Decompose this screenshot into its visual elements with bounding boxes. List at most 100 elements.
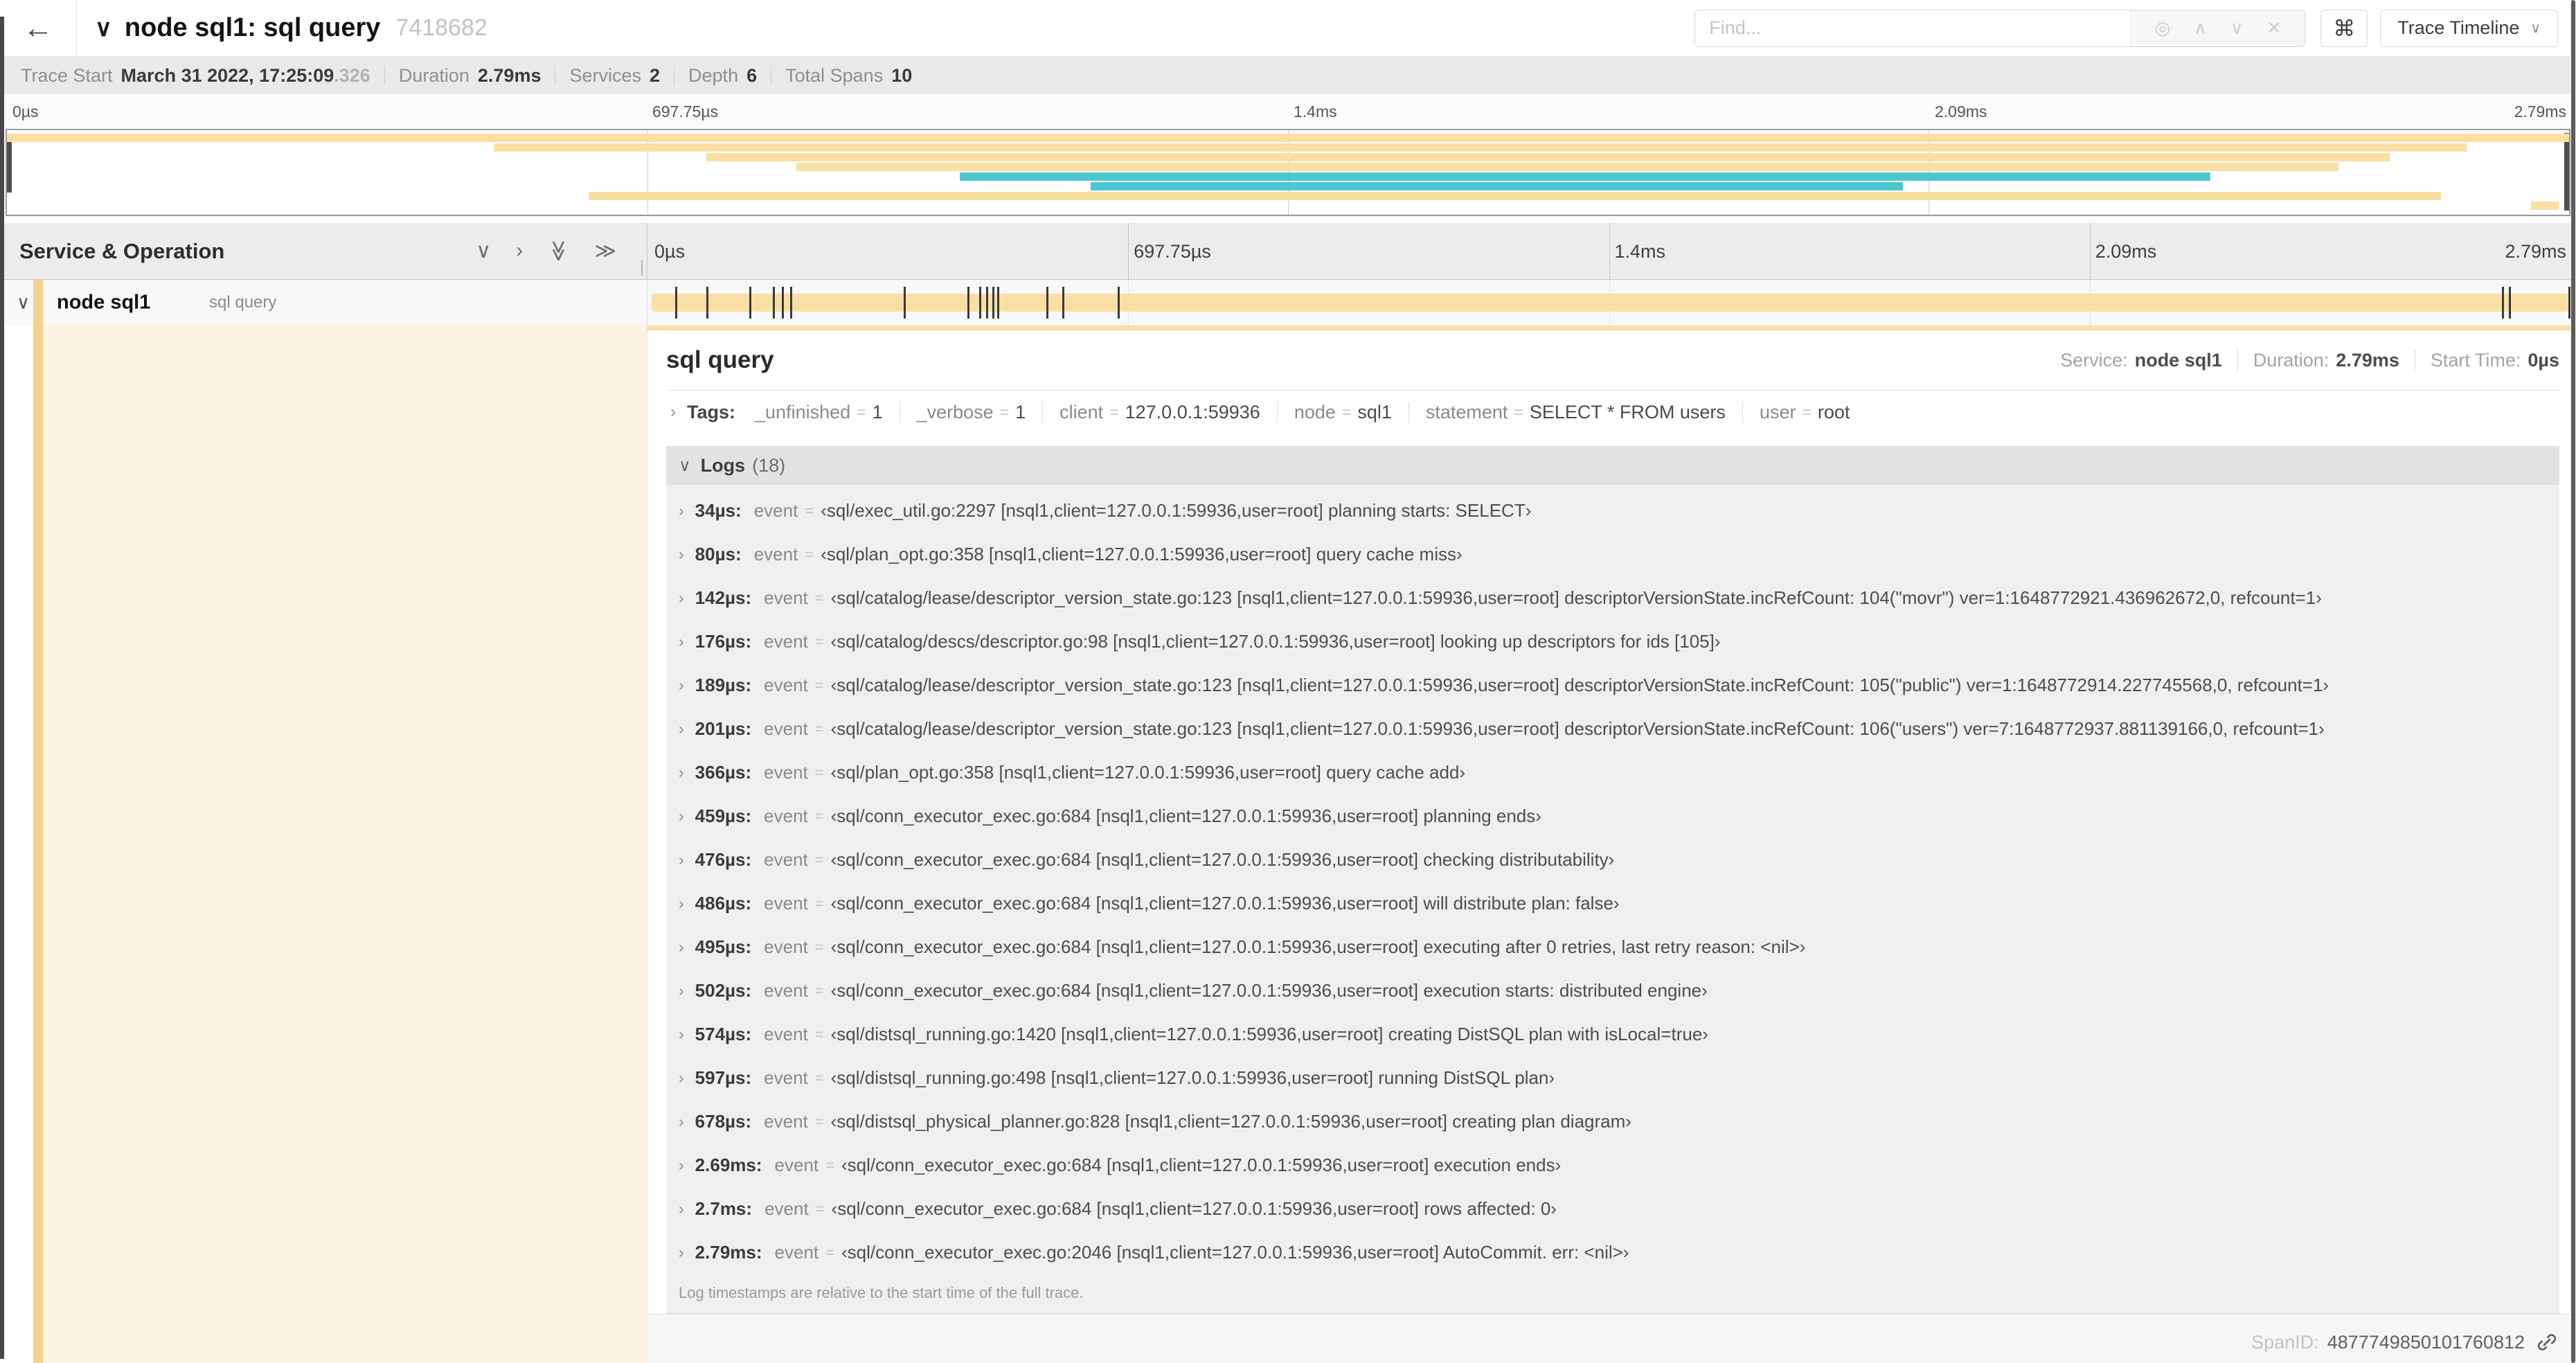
- span-duration-bar[interactable]: [652, 287, 2570, 319]
- log-row[interactable]: › 176µs: event = ‹sql/catalog/descs/descript…: [666, 620, 2559, 663]
- log-row[interactable]: › 2.69ms: event = ‹sql/conn_executor_exec.go…: [666, 1143, 2559, 1187]
- chevron-right-icon[interactable]: ›: [679, 850, 684, 869]
- chevron-right-icon[interactable]: ›: [679, 938, 684, 956]
- find-next-icon[interactable]: ∨: [2230, 17, 2243, 39]
- tag-equals: =: [857, 402, 866, 421]
- chevron-right-icon[interactable]: ›: [679, 1069, 684, 1087]
- log-equals: =: [814, 676, 824, 694]
- log-row[interactable]: › 476µs: event = ‹sql/conn_executor_exec.go:…: [666, 838, 2559, 882]
- span-row-name-column[interactable]: ∨ node sql1 sql query: [0, 280, 647, 326]
- log-row[interactable]: › 2.79ms: event = ‹sql/conn_executor_exec.go…: [666, 1231, 2559, 1274]
- chevron-right-icon[interactable]: ›: [679, 632, 684, 651]
- left-scroll-indicator[interactable]: [0, 17, 4, 1359]
- chevron-right-icon[interactable]: ›: [679, 589, 684, 607]
- log-row[interactable]: › 34µs: event = ‹sql/exec_util.go:2297 [nsql…: [666, 489, 2559, 533]
- log-equals: =: [814, 1112, 824, 1130]
- log-row[interactable]: › 201µs: event = ‹sql/catalog/lease/descript…: [666, 707, 2559, 751]
- trace-info-bar: Trace Start March 31 2022, 17:25:09.326 Du…: [0, 57, 2576, 94]
- log-timestamp: 2.69ms:: [695, 1155, 762, 1175]
- log-row[interactable]: › 678µs: event = ‹sql/distsql_physical_plann…: [666, 1100, 2559, 1143]
- chevron-down-icon[interactable]: ∨: [679, 456, 691, 476]
- tags-list: _unfinished = 1 _verbose = 1 client = 127.0.0.1:…: [755, 402, 1850, 423]
- log-timestamp: 142µs:: [695, 587, 752, 608]
- double-chevron-right-icon[interactable]: ≫: [595, 239, 616, 263]
- time-tick-label: 0µs: [12, 103, 39, 121]
- log-row[interactable]: › 486µs: event = ‹sql/conn_executor_exec.go:…: [666, 882, 2559, 925]
- log-equals: =: [814, 981, 824, 999]
- minimap-span-bar: [1091, 182, 1903, 190]
- chevron-down-icon[interactable]: ∨: [476, 239, 491, 263]
- view-selector-button[interactable]: Trace Timeline ∨: [2380, 9, 2558, 47]
- trace-collapse-icon[interactable]: ∨: [95, 15, 112, 42]
- stat-value: node sql1: [2134, 349, 2222, 371]
- log-marker-tick: [781, 287, 784, 319]
- log-equals: =: [814, 807, 824, 825]
- chevron-right-icon[interactable]: ›: [679, 1156, 684, 1175]
- log-message: ‹sql/catalog/lease/descriptor_version_st…: [830, 718, 2325, 739]
- chevron-right-icon[interactable]: ›: [679, 501, 684, 520]
- span-row[interactable]: ∨ node sql1 sql query: [0, 280, 2576, 326]
- chevron-right-icon[interactable]: ›: [679, 1243, 684, 1262]
- tags-row[interactable]: › Tags: _unfinished = 1 _verbose = 1 client = 12…: [666, 391, 2559, 434]
- log-row[interactable]: › 495µs: event = ‹sql/conn_executor_exec.go:…: [666, 925, 2559, 969]
- log-message: ‹sql/conn_executor_exec.go:684 [nsql1,cl…: [830, 980, 1708, 1001]
- log-equals: =: [814, 589, 824, 607]
- log-row[interactable]: › 597µs: event = ‹sql/distsql_running.go:498…: [666, 1056, 2559, 1100]
- link-icon[interactable]: [2536, 1331, 2558, 1353]
- info-value: 6: [746, 64, 758, 86]
- log-field-name: event: [774, 1242, 819, 1263]
- chevron-right-icon[interactable]: ›: [679, 981, 684, 1000]
- find-prev-icon[interactable]: ∧: [2194, 17, 2207, 39]
- chevron-right-icon[interactable]: ›: [670, 402, 676, 422]
- minimap-span-bar: [2530, 202, 2559, 210]
- logs-header[interactable]: ∨ Logs (18): [666, 446, 2559, 485]
- log-row[interactable]: › 189µs: event = ‹sql/catalog/lease/descript…: [666, 663, 2559, 707]
- log-row[interactable]: › 459µs: event = ‹sql/conn_executor_exec.go:…: [666, 794, 2559, 838]
- keyboard-shortcuts-button[interactable]: ⌘: [2320, 9, 2368, 47]
- span-color-stripe: [33, 280, 43, 326]
- chevron-right-icon[interactable]: ›: [679, 676, 684, 695]
- minimap-span-bar: [960, 172, 2210, 181]
- chevron-right-icon[interactable]: ›: [516, 239, 523, 263]
- log-marker-tick: [992, 287, 994, 319]
- log-field-name: event: [764, 893, 808, 914]
- minimap-canvas[interactable]: [6, 129, 2570, 216]
- logs-section: ∨ Logs (18) › 34µs: event = ‹sql/exec_util.g…: [666, 446, 2559, 1314]
- minimap-drag-handle-right[interactable]: [2564, 133, 2569, 211]
- locate-icon[interactable]: ◎: [2155, 17, 2171, 39]
- tag-key: node: [1294, 401, 1336, 422]
- log-message: ‹sql/catalog/lease/descriptor_version_st…: [830, 675, 2329, 695]
- back-button[interactable]: ←: [0, 0, 77, 56]
- minimap-drag-handle-left[interactable]: [7, 141, 12, 193]
- command-icon: ⌘: [2333, 15, 2356, 41]
- span-detail-stats: Service: node sql1 Duration: 2.79ms Start Ti…: [2060, 350, 2559, 371]
- span-expand-icon[interactable]: ∨: [17, 292, 30, 314]
- timeline-header-row: Service & Operation ∨ › ≫ ≫ 0µs 697.75µs 1…: [0, 223, 2576, 280]
- log-row[interactable]: › 502µs: event = ‹sql/conn_executor_exec.go:…: [666, 969, 2559, 1013]
- find-input[interactable]: [1695, 10, 2131, 46]
- double-chevron-down-icon[interactable]: ≫: [546, 240, 571, 262]
- chevron-right-icon[interactable]: ›: [679, 894, 684, 913]
- log-message: ‹sql/catalog/lease/descriptor_version_st…: [830, 587, 2322, 608]
- chevron-right-icon[interactable]: ›: [679, 807, 684, 826]
- log-row[interactable]: › 2.7ms: event = ‹sql/conn_executor_exec.go:…: [666, 1187, 2559, 1231]
- vertical-scrollbar[interactable]: [2570, 0, 2576, 1363]
- log-row[interactable]: › 142µs: event = ‹sql/catalog/lease/descript…: [666, 576, 2559, 620]
- log-row[interactable]: › 574µs: event = ‹sql/distsql_running.go:142…: [666, 1013, 2559, 1056]
- chevron-right-icon[interactable]: ›: [679, 763, 684, 782]
- chevron-right-icon[interactable]: ›: [679, 545, 684, 564]
- chevron-right-icon[interactable]: ›: [679, 1025, 684, 1044]
- chevron-right-icon[interactable]: ›: [679, 1112, 684, 1131]
- find-clear-icon[interactable]: ✕: [2266, 17, 2282, 39]
- log-timestamp: 486µs:: [695, 893, 752, 914]
- scrollbar-thumb[interactable]: [2571, 0, 2575, 1363]
- log-row[interactable]: › 80µs: event = ‹sql/plan_opt.go:358 [nsql1,…: [666, 533, 2559, 576]
- log-message: ‹sql/conn_executor_exec.go:2046 [nsql1,c…: [841, 1242, 1629, 1263]
- tags-label: Tags:: [687, 401, 736, 422]
- chevron-right-icon[interactable]: ›: [679, 1200, 684, 1218]
- log-marker-tick: [985, 287, 988, 319]
- chevron-right-icon[interactable]: ›: [679, 720, 684, 738]
- log-message: ‹sql/plan_opt.go:358 [nsql1,client=127.0…: [821, 544, 1463, 564]
- log-row[interactable]: › 366µs: event = ‹sql/plan_opt.go:358 [nsql1…: [666, 751, 2559, 794]
- log-field-name: event: [753, 544, 798, 564]
